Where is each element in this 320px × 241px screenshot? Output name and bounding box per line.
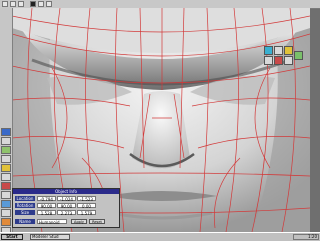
rotation-y-field[interactable]: 90.00 (57, 203, 76, 209)
front-view-icon[interactable] (264, 56, 273, 65)
size-y-field[interactable]: 2.273 (57, 210, 76, 216)
render-preview-icon[interactable] (30, 1, 36, 7)
scale-icon[interactable] (1, 155, 11, 163)
system-tray-clock: 1:20 (293, 234, 319, 240)
redo-icon[interactable] (46, 1, 52, 7)
reset-button[interactable]: Reset (89, 219, 105, 224)
location-y-field[interactable]: -1.024 (57, 196, 76, 202)
size-x-field[interactable]: 1.528 (37, 210, 56, 216)
rotate-icon[interactable] (1, 146, 11, 154)
sphere-icon[interactable] (1, 164, 11, 172)
perspective-icon[interactable] (294, 51, 303, 60)
select-icon[interactable] (1, 128, 11, 136)
name-label: Name (15, 219, 35, 224)
rotation-z-field[interactable]: 0.00 (77, 203, 96, 209)
top-view-icon[interactable] (284, 56, 293, 65)
camera-icon[interactable] (1, 218, 11, 226)
size-label: Size (15, 210, 35, 215)
cube-icon[interactable] (1, 173, 11, 181)
size-row: Size 1.528 2.273 1.579 (15, 210, 119, 216)
side-view-icon[interactable] (274, 56, 283, 65)
rotation-x-field[interactable]: 90.00 (37, 203, 56, 209)
location-z-field[interactable]: -1.523 (77, 196, 96, 202)
object-name-select[interactable]: Humanoid (37, 219, 67, 225)
apply-button[interactable]: Apply (71, 219, 87, 224)
location-x-field[interactable]: -0.794 (37, 196, 56, 202)
location-row: Location -0.794 -1.024 -1.523 (15, 196, 119, 202)
pan-icon[interactable] (264, 46, 273, 55)
panel-title[interactable]: Object Info (13, 189, 119, 194)
torus-icon[interactable] (1, 200, 11, 208)
save-icon[interactable] (18, 1, 24, 7)
light-icon[interactable] (1, 209, 11, 217)
name-row: Name Humanoid Apply Reset (15, 219, 119, 225)
file-icon[interactable] (2, 1, 8, 7)
start-button[interactable]: Start (1, 234, 23, 240)
object-info-panel: Object Info Location -0.794 -1.024 -1.52… (12, 188, 120, 228)
move-icon[interactable] (1, 137, 11, 145)
navigation-palette (264, 46, 303, 70)
undo-icon[interactable] (38, 1, 44, 7)
zoom-icon[interactable] (274, 46, 283, 55)
taskbar-app-button[interactable]: Modeler Stud (30, 234, 70, 240)
location-label: Location (15, 196, 35, 201)
rotation-label: Rotation (15, 203, 35, 208)
size-z-field[interactable]: 1.579 (77, 210, 96, 216)
orbit-icon[interactable] (284, 46, 293, 55)
rotation-row: Rotation 90.00 90.00 0.00 (15, 203, 119, 209)
cone-icon[interactable] (1, 182, 11, 190)
cylinder-icon[interactable] (1, 191, 11, 199)
open-icon[interactable] (10, 1, 16, 7)
